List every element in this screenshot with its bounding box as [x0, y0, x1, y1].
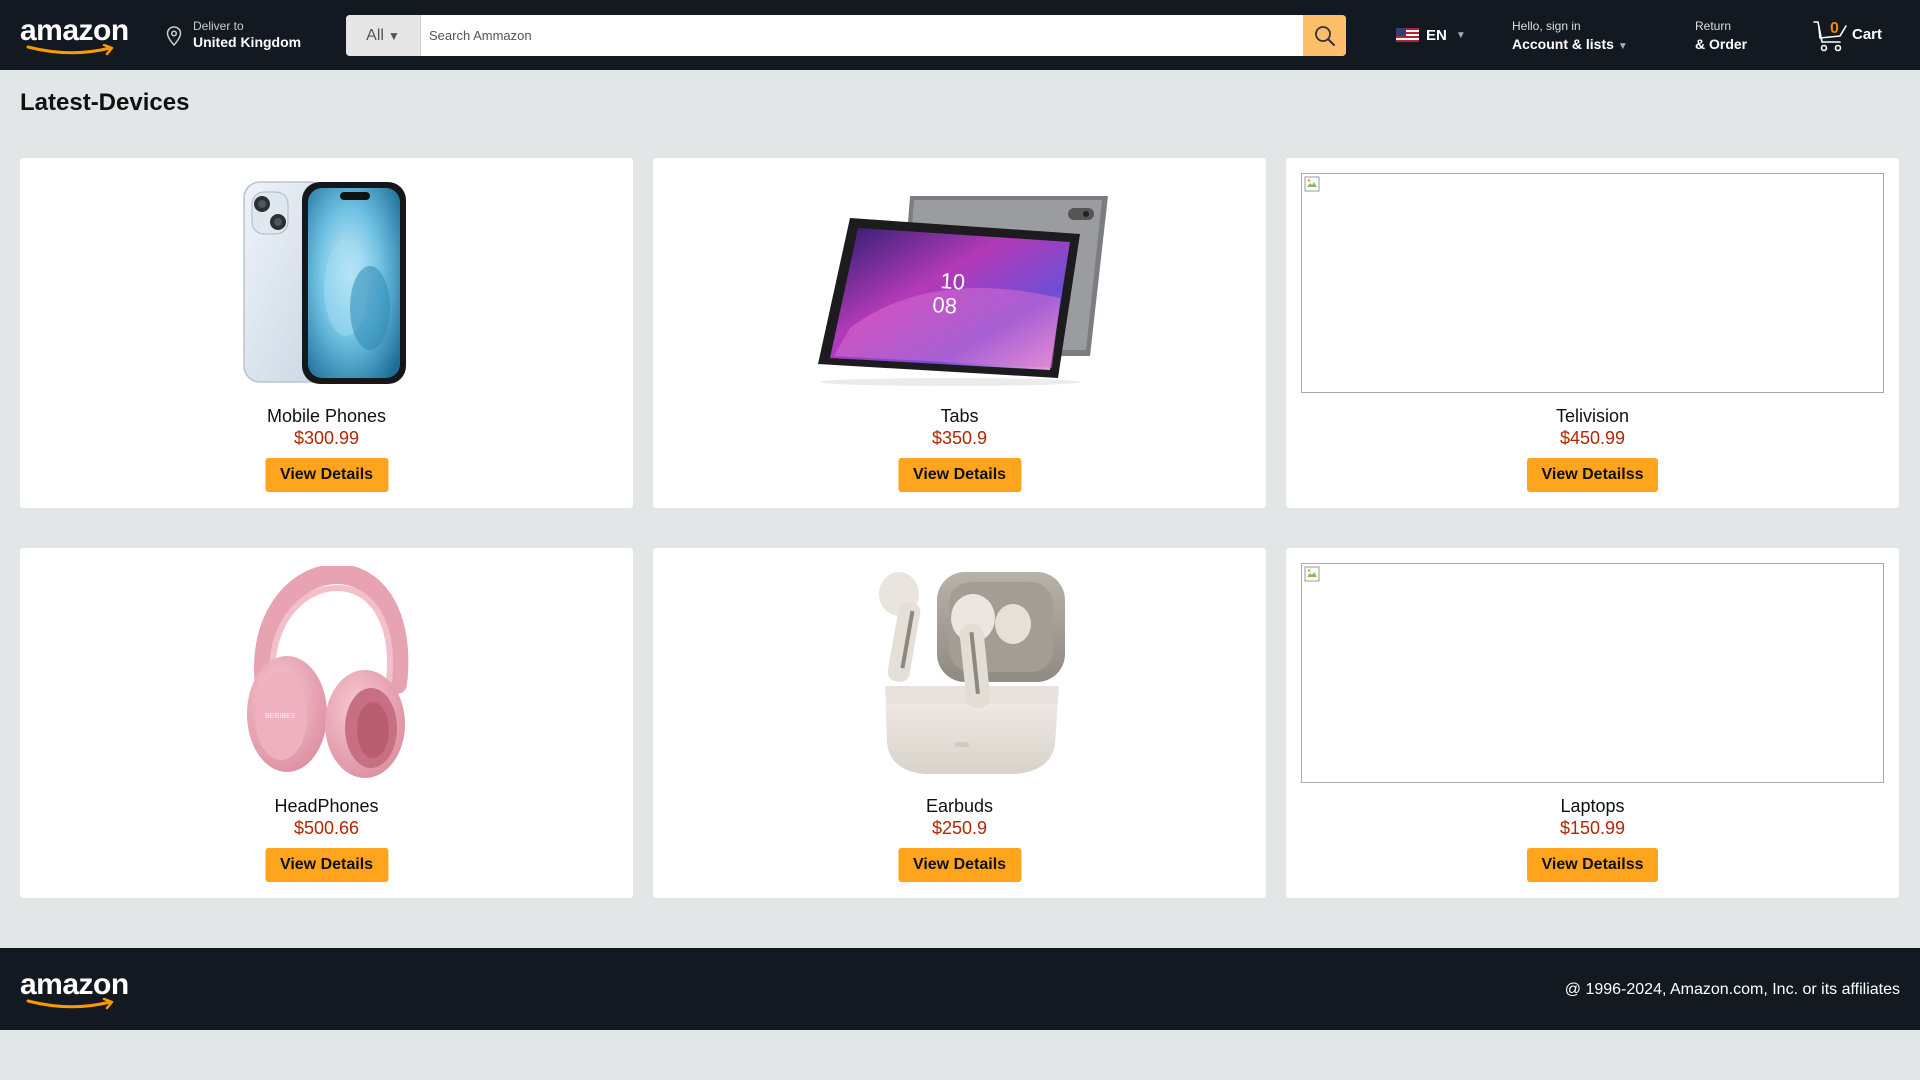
- headphones-illustration: BERIBES: [246, 565, 408, 778]
- amazon-logo[interactable]: amazon: [20, 966, 129, 1010]
- product-price: $450.99: [1559, 428, 1626, 448]
- product-name: Mobile Phones: [266, 406, 387, 426]
- view-details-button[interactable]: View Detailss: [1526, 458, 1659, 492]
- amazon-logo[interactable]: amazon: [20, 12, 129, 56]
- account-greeting: Hello, sign in: [1512, 19, 1581, 33]
- phone-illustration: [242, 181, 406, 384]
- caret-down-icon: ▼: [1617, 41, 1628, 52]
- cart-count: 0: [1830, 20, 1839, 37]
- product-name: Earbuds: [925, 796, 994, 816]
- product-name: Tabs: [940, 406, 979, 426]
- earbuds-illustration: [878, 571, 1065, 774]
- product-price: $150.99: [1559, 818, 1626, 838]
- view-details-button[interactable]: View Details: [897, 848, 1022, 882]
- search-category-dropdown[interactable]: All ▼: [346, 15, 421, 56]
- broken-image-icon: [1304, 566, 1320, 582]
- caret-down-icon: ▼: [387, 28, 400, 43]
- product-price: $500.66: [293, 818, 360, 838]
- top-nav: amazon Deliver to United Kingdom All ▼ S…: [0, 0, 1920, 70]
- logo-text: amazon: [20, 968, 129, 1001]
- returns-orders[interactable]: Return & Order: [1695, 19, 1747, 52]
- product-name: HeadPhones: [274, 796, 379, 816]
- caret-down-icon: ▼: [1455, 29, 1466, 41]
- svg-text:08: 08: [931, 292, 957, 319]
- language-code: EN: [1426, 26, 1447, 44]
- product-name: Telivision: [1555, 406, 1630, 426]
- smile-arrow-icon: [26, 998, 114, 1010]
- product-card: 10 08 Tabs $350.9 View Details: [653, 158, 1266, 508]
- product-price: $350.9: [931, 428, 988, 448]
- search-bar: All ▼: [346, 15, 1346, 56]
- product-card: Telivision $450.99 View Detailss: [1286, 158, 1899, 508]
- broken-image[interactable]: [1301, 173, 1884, 393]
- cart-label: Cart: [1852, 26, 1883, 43]
- cart-button[interactable]: 0 Cart: [1812, 16, 1902, 56]
- tablet-illustration: 10 08: [817, 196, 1108, 386]
- tablet-image[interactable]: 10 08: [668, 173, 1251, 393]
- view-details-button[interactable]: View Details: [897, 458, 1022, 492]
- footer: amazon @ 1996-2024, Amazon.com, Inc. or …: [0, 948, 1920, 1030]
- search-icon: [1314, 25, 1335, 46]
- view-details-button[interactable]: View Details: [264, 458, 389, 492]
- product-card: Earbuds $250.9 View Details: [653, 548, 1266, 898]
- deliver-label: Deliver to: [193, 19, 244, 33]
- orders-label: & Order: [1695, 36, 1748, 52]
- phone-image[interactable]: [35, 173, 618, 393]
- returns-label: Return: [1695, 19, 1732, 33]
- product-price: $300.99: [293, 428, 360, 448]
- language-selector[interactable]: EN ▼: [1396, 24, 1466, 46]
- copyright-text: @ 1996-2024, Amazon.com, Inc. or its aff…: [1564, 981, 1900, 998]
- account-menu[interactable]: Hello, sign in Account & lists ▼: [1512, 19, 1628, 52]
- location-pin-icon: [166, 26, 182, 46]
- search-button[interactable]: [1303, 15, 1346, 56]
- earbuds-image[interactable]: [668, 563, 1251, 783]
- view-details-button[interactable]: View Detailss: [1526, 848, 1659, 882]
- product-card: BERIBES HeadPhones $500.66 View Details: [20, 548, 633, 898]
- logo-text: amazon: [20, 14, 129, 47]
- page-title: Latest-Devices: [20, 89, 190, 116]
- product-card: Laptops $150.99 View Detailss: [1286, 548, 1899, 898]
- svg-text:BERIBES: BERIBES: [265, 713, 296, 720]
- svg-text:10: 10: [939, 268, 965, 295]
- smile-arrow-icon: [26, 44, 114, 56]
- headphones-image[interactable]: BERIBES: [35, 563, 618, 783]
- product-card: Mobile Phones $300.99 View Details: [20, 158, 633, 508]
- product-name: Laptops: [1560, 796, 1625, 816]
- view-details-button[interactable]: View Details: [264, 848, 389, 882]
- broken-image-icon: [1304, 176, 1320, 192]
- deliver-location: United Kingdom: [193, 34, 302, 50]
- search-input[interactable]: [421, 15, 1303, 56]
- product-price: $250.9: [931, 818, 988, 838]
- search-category-label: All: [366, 26, 384, 44]
- broken-image[interactable]: [1301, 563, 1884, 783]
- account-label: Account & lists: [1512, 36, 1614, 52]
- us-flag-icon: [1396, 28, 1419, 42]
